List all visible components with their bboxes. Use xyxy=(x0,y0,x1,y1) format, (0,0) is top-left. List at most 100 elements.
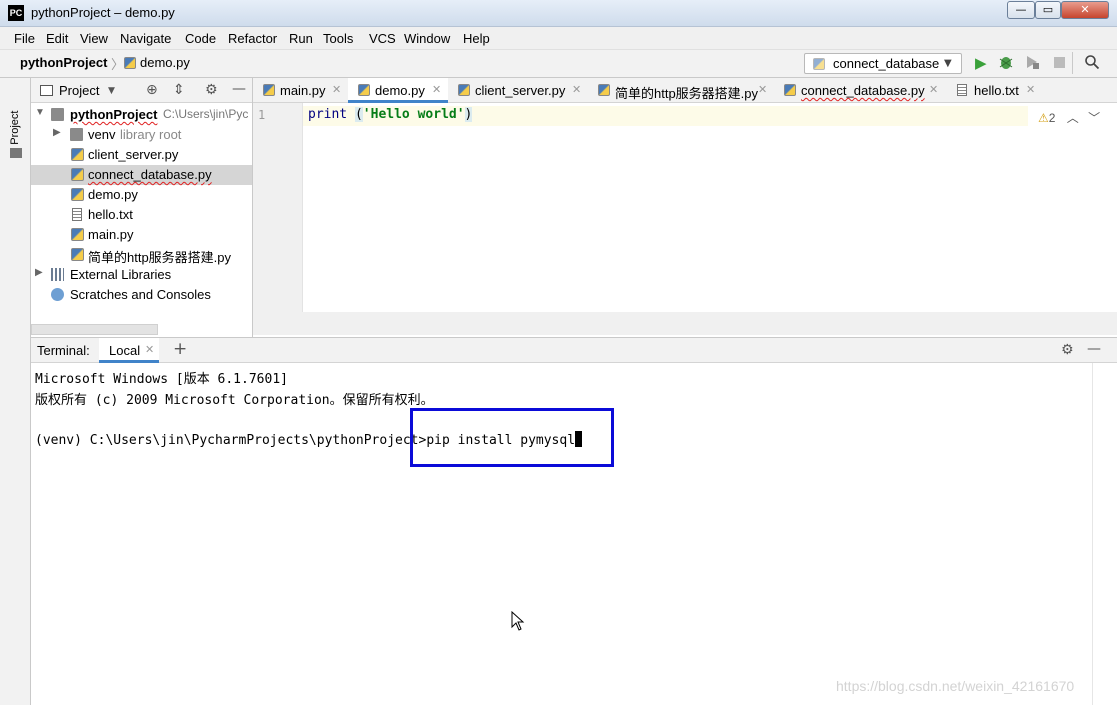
python-file-icon xyxy=(71,148,84,161)
minimize-button[interactable]: — xyxy=(1007,1,1035,19)
hide-panel-icon[interactable]: — xyxy=(1087,342,1101,356)
menu-run[interactable]: Run xyxy=(289,31,313,46)
python-file-icon xyxy=(71,248,84,261)
run-configuration-label: connect_database xyxy=(833,56,940,71)
close-icon[interactable]: ✕ xyxy=(145,343,154,356)
close-icon[interactable]: ✕ xyxy=(572,83,581,96)
project-view-title[interactable]: Project xyxy=(59,83,99,98)
file-label: connect_database.py xyxy=(88,167,212,182)
terminal-tab-local[interactable]: Local ✕ xyxy=(99,338,159,363)
menu-help[interactable]: Help xyxy=(463,31,490,46)
stop-icon[interactable] xyxy=(1054,57,1065,68)
hide-panel-icon[interactable]: — xyxy=(232,82,246,96)
code-string: 'Hello world' xyxy=(362,107,465,122)
maximize-button[interactable]: ▭ xyxy=(1035,1,1061,19)
tab-main-py[interactable]: main.py ✕ xyxy=(253,78,348,103)
close-button[interactable]: ✕ xyxy=(1061,1,1109,19)
chevron-down-icon[interactable]: ▼ xyxy=(35,107,45,118)
menu-window[interactable]: Window xyxy=(404,31,450,46)
breadcrumb-file[interactable]: demo.py xyxy=(140,55,190,70)
code-editor[interactable] xyxy=(303,103,1117,312)
project-tree: ▼ pythonProject C:\Users\jin\Pyc ▶ venv … xyxy=(31,103,253,335)
python-file-icon xyxy=(598,84,610,96)
chevron-right-icon[interactable]: ▶ xyxy=(35,267,43,278)
close-icon[interactable]: ✕ xyxy=(332,83,341,96)
breadcrumb-project[interactable]: pythonProject xyxy=(20,55,107,70)
project-tool-window-button[interactable]: 1: Project xyxy=(6,86,26,236)
menu-navigate[interactable]: Navigate xyxy=(120,31,171,46)
tree-row-venv[interactable]: ▶ venv library root xyxy=(31,125,253,145)
inspection-widget[interactable]: ⚠2 ︿ ﹀ xyxy=(1038,109,1100,126)
close-icon[interactable]: ✕ xyxy=(1026,83,1035,96)
search-icon[interactable] xyxy=(1084,54,1100,70)
vertical-scrollbar[interactable] xyxy=(1092,363,1117,705)
tab-label: main.py xyxy=(280,83,326,98)
tab-label: 简单的http服务器搭建.py xyxy=(615,86,759,101)
venv-label: venv xyxy=(88,127,116,142)
venv-note: library root xyxy=(120,127,182,142)
tab-http-server-py[interactable]: 简单的http服务器搭建.py ✕ xyxy=(588,78,774,103)
gear-icon[interactable]: ⚙ xyxy=(205,83,218,97)
window-title: pythonProject – demo.py xyxy=(31,5,175,20)
chevron-down-icon[interactable]: ▼ xyxy=(108,86,115,96)
python-run-icon xyxy=(813,58,825,70)
gear-icon[interactable]: ⚙ xyxy=(1061,343,1074,357)
run-configuration-select[interactable]: connect_database ▼ xyxy=(804,53,962,74)
file-label: 简单的http服务器搭建.py xyxy=(88,250,232,265)
terminal-line: Microsoft Windows [版本 6.1.7601] xyxy=(35,372,288,387)
editor-tab-bar: main.py ✕ demo.py ✕ client_server.py ✕ 简… xyxy=(253,78,1117,103)
file-label: demo.py xyxy=(88,187,138,202)
tree-row-file-selected[interactable]: connect_database.py xyxy=(31,165,253,185)
tree-row-file[interactable]: client_server.py xyxy=(31,145,253,165)
scratches-icon xyxy=(51,288,64,301)
menu-edit[interactable]: Edit xyxy=(46,31,68,46)
tree-row-file[interactable]: demo.py xyxy=(31,185,253,205)
horizontal-scrollbar[interactable] xyxy=(31,324,158,335)
left-tool-strip: 1: Project xyxy=(0,78,31,705)
folder-icon xyxy=(70,128,83,141)
next-highlight-icon[interactable]: ﹀ xyxy=(1088,111,1100,125)
menu-code[interactable]: Code xyxy=(185,31,216,46)
chevron-right-icon[interactable]: ▶ xyxy=(53,127,61,138)
locate-file-icon[interactable]: ⊕ xyxy=(146,83,158,97)
project-view-icon xyxy=(40,85,53,96)
tree-row-file[interactable]: main.py xyxy=(31,225,253,245)
close-icon[interactable]: ✕ xyxy=(432,83,441,96)
text-file-icon xyxy=(72,208,82,221)
previous-highlight-icon[interactable]: ︿ xyxy=(1067,111,1079,125)
code-line-1[interactable]: print ('Hello world') xyxy=(308,107,473,122)
tab-client-server-py[interactable]: client_server.py ✕ xyxy=(448,78,588,103)
close-icon[interactable]: ✕ xyxy=(758,83,767,96)
python-file-icon xyxy=(71,168,84,181)
debug-icon[interactable] xyxy=(998,53,1014,71)
menu-file[interactable]: File xyxy=(14,31,35,46)
python-file-icon xyxy=(458,84,470,96)
terminal-tab-label: Local xyxy=(109,343,141,358)
scratches-label: Scratches and Consoles xyxy=(70,287,211,302)
tab-connect-database-py[interactable]: connect_database.py ✕ xyxy=(774,78,947,103)
menu-refactor[interactable]: Refactor xyxy=(228,31,277,46)
tree-row-external-libraries[interactable]: ▶ External Libraries xyxy=(31,265,253,285)
menu-view[interactable]: View xyxy=(80,31,108,46)
watermark: https://blog.csdn.net/weixin_42161670 xyxy=(836,678,1075,694)
run-with-coverage-icon[interactable] xyxy=(1024,54,1040,70)
warning-count: 2 xyxy=(1048,111,1056,125)
menu-tools[interactable]: Tools xyxy=(323,31,353,46)
tree-row-file[interactable]: 简单的http服务器搭建.py xyxy=(31,245,253,265)
collapse-all-icon[interactable]: ⇕ xyxy=(173,83,185,97)
run-icon[interactable]: ▶ xyxy=(975,54,987,72)
tab-hello-txt[interactable]: hello.txt ✕ xyxy=(947,78,1042,103)
folder-icon xyxy=(10,148,22,158)
editor-bottom-area xyxy=(253,312,1117,335)
tree-row-scratches[interactable]: Scratches and Consoles xyxy=(31,285,253,305)
tree-row-root[interactable]: ▼ pythonProject C:\Users\jin\Pyc xyxy=(31,105,253,125)
close-icon[interactable]: ✕ xyxy=(929,83,938,96)
tree-row-file[interactable]: hello.txt xyxy=(31,205,253,225)
tab-label: connect_database.py xyxy=(801,83,925,98)
external-libraries-label: External Libraries xyxy=(70,267,172,282)
menu-vcs[interactable]: VCS xyxy=(369,31,396,46)
toolbar-divider xyxy=(1072,52,1073,74)
tab-demo-py[interactable]: demo.py ✕ xyxy=(348,78,448,103)
terminal-line: 版权所有 (c) 2009 Microsoft Corporation。保留所有… xyxy=(35,393,434,408)
add-terminal-icon[interactable]: + xyxy=(173,339,187,359)
